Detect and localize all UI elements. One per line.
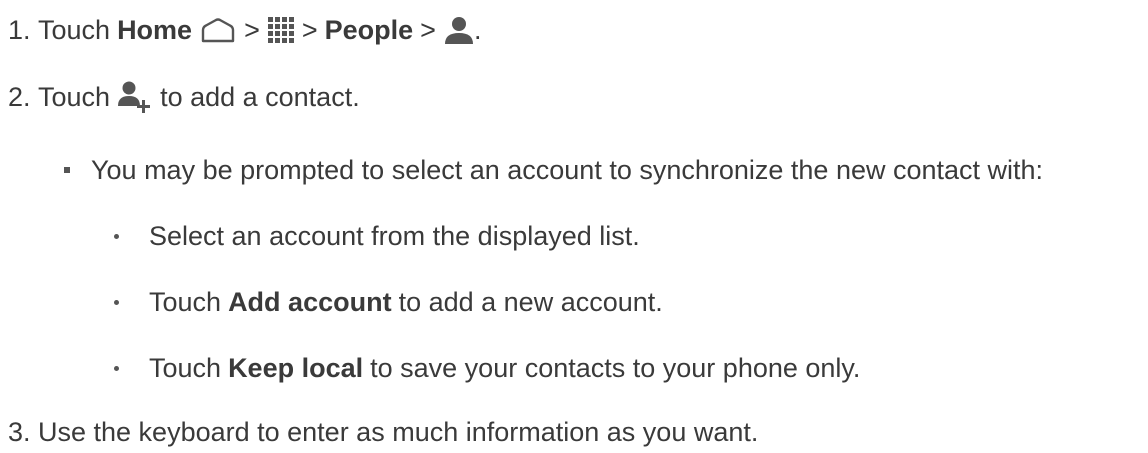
dot-bullet-icon	[114, 365, 119, 371]
apps-grid-icon	[267, 16, 295, 44]
option-text: Touch	[149, 353, 222, 383]
step-text: Touch	[38, 82, 111, 112]
option-bold: Add account	[228, 287, 392, 317]
step-3: 3. Use the keyboard to enter as much inf…	[8, 412, 758, 452]
option-text: to add a new account.	[398, 287, 663, 317]
step-number: 3.	[8, 417, 31, 447]
dot-bullet-icon	[114, 233, 119, 239]
note-item: You may be prompted to select an account…	[64, 150, 1043, 190]
home-label: Home	[117, 15, 193, 45]
option-item: Touch Add account to add a new account.	[114, 282, 663, 322]
person-icon	[444, 16, 474, 44]
square-bullet-icon	[64, 167, 70, 173]
option-text: to save your contacts to your phone only…	[370, 353, 861, 383]
separator: >	[301, 15, 318, 45]
step-number: 1.	[8, 15, 31, 45]
step-text: Use the keyboard to enter as much inform…	[38, 417, 759, 447]
separator: >	[420, 15, 436, 45]
dot-bullet-icon	[114, 299, 119, 305]
option-text: Select an account from the displayed lis…	[149, 221, 640, 251]
option-bold: Keep local	[228, 353, 364, 383]
option-item: Select an account from the displayed lis…	[114, 216, 640, 256]
step-text: to add a contact.	[160, 82, 360, 112]
option-text: Touch	[149, 287, 222, 317]
step-end: .	[473, 15, 482, 45]
step-1: 1. Touch Home > > People > .	[8, 10, 481, 50]
step-text: Touch	[38, 15, 111, 45]
people-label: People	[324, 15, 414, 45]
separator: >	[244, 15, 260, 45]
home-icon	[200, 17, 236, 43]
step-number: 2.	[8, 82, 31, 112]
step-2: 2. Touch to add a contact.	[8, 77, 360, 117]
add-person-icon	[118, 81, 154, 113]
note-text: You may be prompted to select an account…	[91, 155, 1044, 185]
option-item: Touch Keep local to save your contacts t…	[114, 348, 860, 388]
